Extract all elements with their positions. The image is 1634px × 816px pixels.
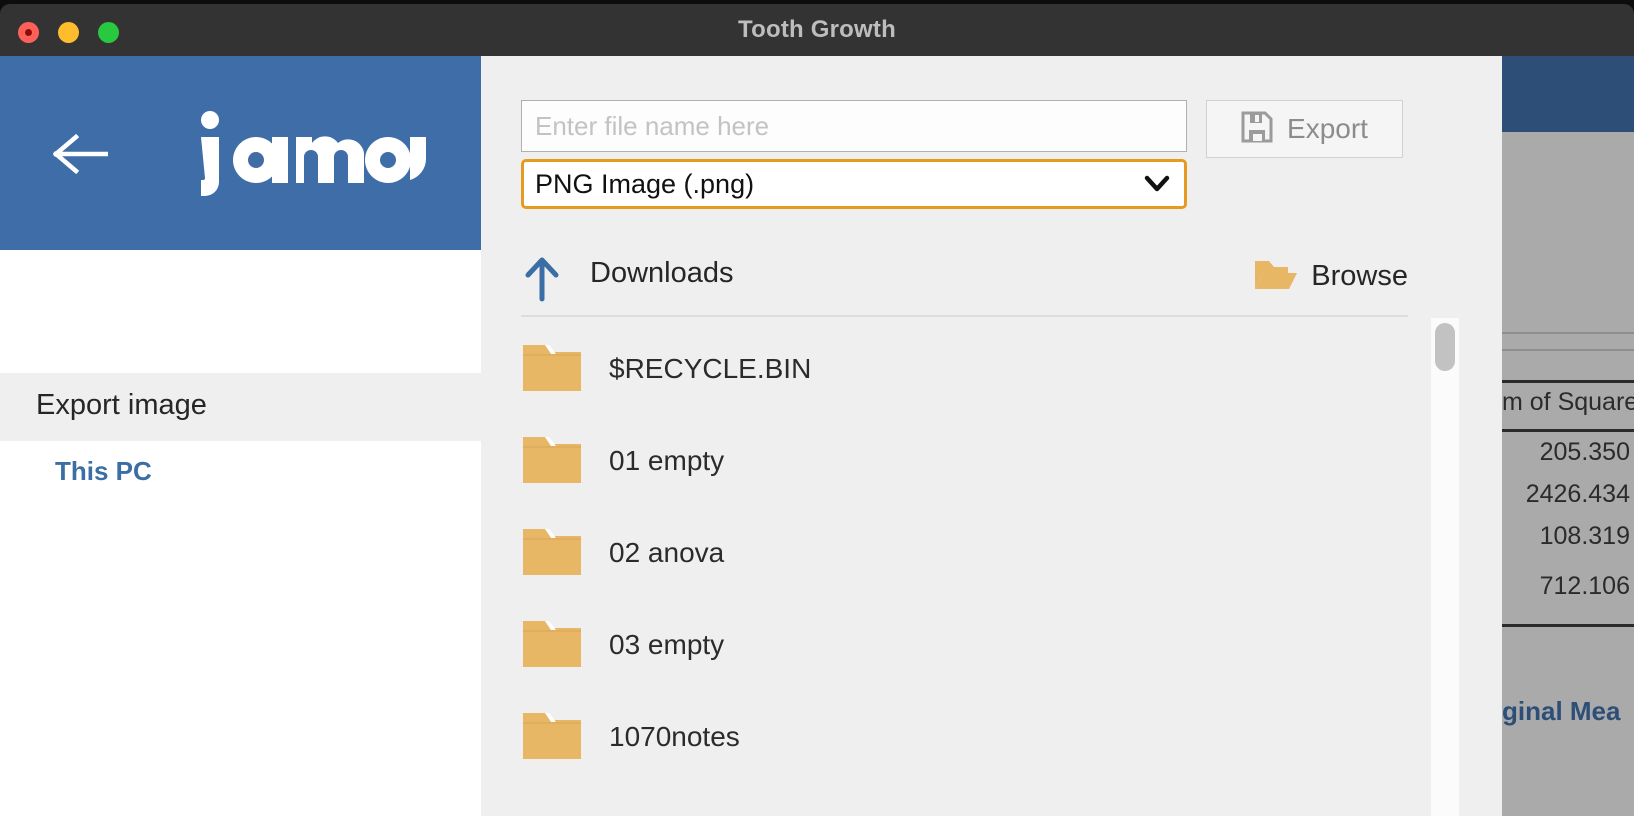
file-list[interactable]: $RECYCLE.BIN 01 empty 02 anova 03 empty … bbox=[521, 323, 1408, 816]
list-item-label: 02 anova bbox=[609, 537, 725, 568]
sidebar-brand-header bbox=[0, 56, 481, 250]
results-section-heading: ginal Mea bbox=[1502, 696, 1621, 726]
browse-button[interactable]: Browse bbox=[1253, 255, 1408, 298]
list-item[interactable]: $RECYCLE.BIN bbox=[521, 323, 1408, 415]
results-column-header: m of Squares bbox=[1502, 388, 1634, 416]
list-item[interactable]: 02 anova bbox=[521, 507, 1408, 599]
results-table-header-rule bbox=[1502, 429, 1634, 432]
export-dialog: Export image This PC PNG Image (.png) bbox=[0, 56, 1502, 816]
window-title: Tooth Growth bbox=[738, 16, 896, 43]
folder-icon bbox=[521, 709, 583, 766]
list-item-label: $RECYCLE.BIN bbox=[609, 353, 812, 384]
app-window: m of Squares 205.350 2426.434 108.319 71… bbox=[0, 0, 1634, 816]
results-cell: 712.106 bbox=[1539, 572, 1630, 600]
file-list-scrollbar-thumb[interactable] bbox=[1435, 323, 1455, 371]
dialog-main-pane: PNG Image (.png) Export bbox=[481, 56, 1502, 816]
list-item[interactable]: 03 empty bbox=[521, 599, 1408, 691]
dialog-sidebar: Export image This PC bbox=[0, 56, 481, 816]
window-title-bar: Tooth Growth bbox=[0, 4, 1634, 56]
folder-icon bbox=[521, 341, 583, 398]
results-cell: 108.319 bbox=[1539, 522, 1630, 550]
breadcrumb: Downloads Browse bbox=[521, 251, 1408, 317]
results-ribbon bbox=[1502, 56, 1634, 132]
sidebar-item-this-pc[interactable]: This PC bbox=[55, 456, 152, 487]
results-table-bottom-rule bbox=[1502, 624, 1634, 627]
list-item[interactable]: 1070notes bbox=[521, 691, 1408, 783]
back-arrow-icon[interactable] bbox=[52, 133, 109, 175]
results-table-top-rule bbox=[1502, 380, 1634, 383]
results-divider-1 bbox=[1502, 332, 1634, 334]
list-item-label: 01 empty bbox=[609, 445, 725, 476]
results-cell: 2426.434 bbox=[1525, 480, 1630, 508]
results-cell: 205.350 bbox=[1539, 438, 1630, 466]
file-list-scrollbar[interactable] bbox=[1431, 318, 1459, 816]
file-format-select[interactable]: PNG Image (.png) bbox=[521, 159, 1187, 209]
jamovi-logo bbox=[196, 111, 426, 197]
arrow-up-icon[interactable] bbox=[521, 255, 563, 308]
page-title: Export image bbox=[36, 389, 207, 421]
results-divider-2 bbox=[1502, 349, 1634, 351]
list-item-label: 03 empty bbox=[609, 629, 725, 660]
folder-icon bbox=[521, 617, 583, 674]
export-button-label: Export bbox=[1287, 113, 1368, 144]
filename-input[interactable] bbox=[521, 100, 1187, 152]
open-folder-icon bbox=[1253, 255, 1298, 298]
folder-icon bbox=[521, 525, 583, 582]
breadcrumb-current-folder[interactable]: Downloads bbox=[590, 257, 733, 290]
export-button[interactable]: Export bbox=[1206, 100, 1403, 158]
list-item-label: 1070notes bbox=[609, 721, 740, 752]
folder-icon bbox=[521, 433, 583, 490]
save-floppy-icon bbox=[1241, 111, 1273, 148]
list-item[interactable]: 01 empty bbox=[521, 415, 1408, 507]
browse-button-label: Browse bbox=[1311, 260, 1408, 292]
